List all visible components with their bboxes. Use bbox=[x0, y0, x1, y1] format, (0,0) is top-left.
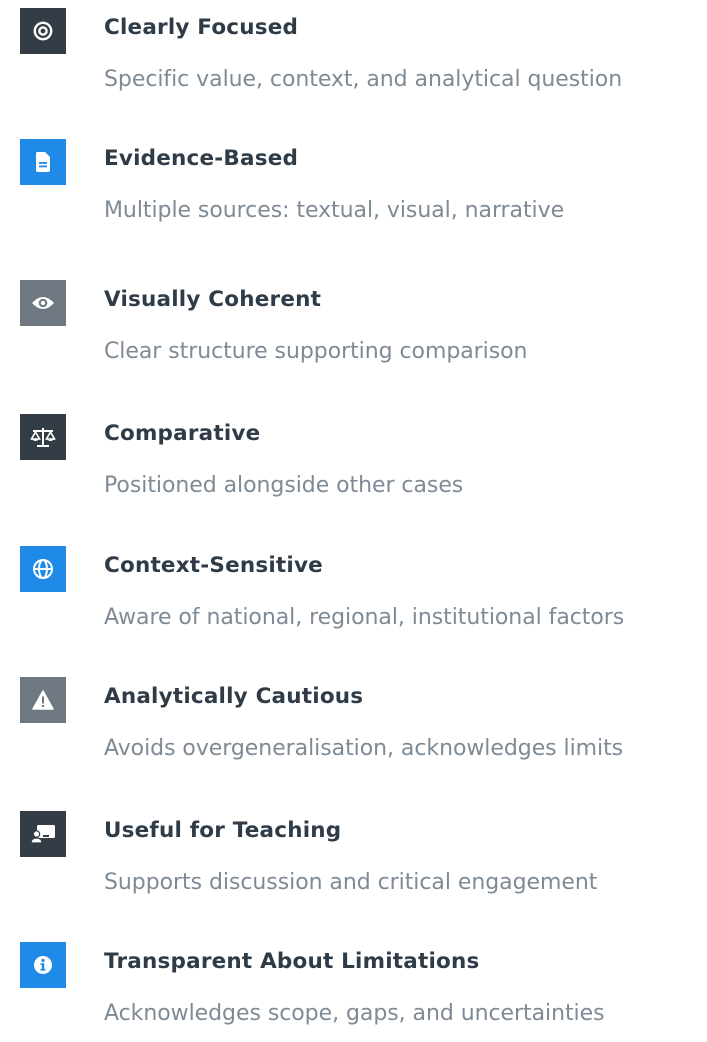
item-description: Positioned alongside other cases bbox=[104, 473, 464, 498]
item-description: Aware of national, regional, institution… bbox=[104, 605, 625, 630]
item-title: Evidence-Based bbox=[104, 146, 299, 171]
item-title: Analytically Cautious bbox=[104, 684, 364, 709]
item-description: Avoids overgeneralisation, acknowledges … bbox=[104, 736, 624, 761]
document-icon bbox=[36, 152, 50, 172]
item-title: Visually Coherent bbox=[104, 287, 322, 312]
item-title: Clearly Focused bbox=[104, 15, 299, 40]
criteria-list: Clearly Focused Specific value, context,… bbox=[0, 0, 707, 1038]
icon-badge bbox=[20, 811, 66, 857]
icon-badge bbox=[20, 8, 66, 54]
list-item: Transparent About Limitations Acknowledg… bbox=[20, 942, 707, 1042]
list-item: Visually Coherent Clear structure suppor… bbox=[20, 280, 707, 380]
item-description: Clear structure supporting comparison bbox=[104, 339, 528, 364]
item-description: Acknowledges scope, gaps, and uncertaint… bbox=[104, 1001, 605, 1026]
icon-badge bbox=[20, 139, 66, 185]
teacher-icon bbox=[30, 825, 55, 844]
icon-badge bbox=[20, 546, 66, 592]
target-icon bbox=[33, 21, 53, 41]
eye-icon bbox=[32, 297, 54, 309]
item-title: Useful for Teaching bbox=[104, 818, 342, 843]
globe-icon bbox=[33, 559, 53, 579]
item-description: Multiple sources: textual, visual, narra… bbox=[104, 198, 565, 223]
scale-icon bbox=[30, 428, 56, 447]
list-item: Evidence-Based Multiple sources: textual… bbox=[20, 139, 707, 239]
list-item: Analytically Cautious Avoids overgeneral… bbox=[20, 677, 707, 777]
icon-badge bbox=[20, 677, 66, 723]
item-title: Transparent About Limitations bbox=[104, 949, 480, 974]
item-title: Comparative bbox=[104, 421, 261, 446]
list-item: Context-Sensitive Aware of national, reg… bbox=[20, 546, 707, 646]
item-title: Context-Sensitive bbox=[104, 553, 323, 578]
list-item: Useful for Teaching Supports discussion … bbox=[20, 811, 707, 911]
item-description: Supports discussion and critical engagem… bbox=[104, 870, 598, 895]
icon-badge bbox=[20, 280, 66, 326]
item-description: Specific value, context, and analytical … bbox=[104, 67, 623, 92]
list-item: Comparative Positioned alongside other c… bbox=[20, 414, 707, 514]
info-icon bbox=[34, 956, 52, 974]
list-item: Clearly Focused Specific value, context,… bbox=[20, 8, 707, 108]
warning-icon bbox=[32, 690, 54, 710]
icon-badge bbox=[20, 942, 66, 988]
icon-badge bbox=[20, 414, 66, 460]
